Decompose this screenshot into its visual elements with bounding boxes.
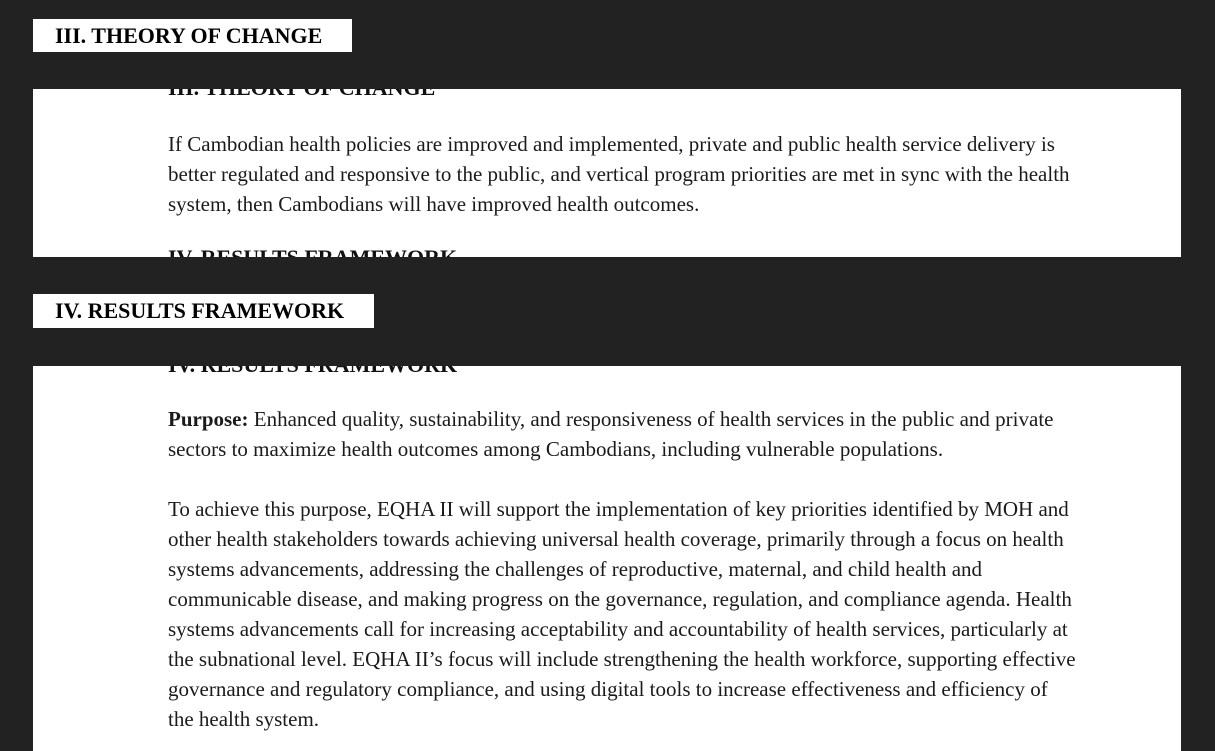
clipped-heading-top: III. THEORY OF CHANGE [168, 89, 435, 99]
results-framework-panel: IV. RESULTS FRAMEWORK Purpose: Enhanced … [33, 366, 1181, 751]
section-heading-results-framework: IV. RESULTS FRAMEWORK [33, 294, 374, 328]
results-framework-paragraph: To achieve this purpose, EQHA II will su… [168, 497, 1076, 731]
purpose-text: Enhanced quality, sustainability, and re… [168, 407, 1054, 461]
clipped-heading-bottom: IV. RESULTS FRAMEWORK [168, 247, 457, 258]
theory-of-change-paragraph: If Cambodian health policies are improve… [168, 132, 1070, 216]
purpose-paragraph: Purpose: Enhanced quality, sustainabilit… [168, 404, 1078, 464]
purpose-label: Purpose: [168, 407, 249, 431]
theory-of-change-panel: III. THEORY OF CHANGE If Cambodian healt… [33, 89, 1181, 257]
clipped-heading-top: IV. RESULTS FRAMEWORK [168, 366, 457, 376]
section-heading-label: III. THEORY OF CHANGE [55, 22, 323, 48]
section-heading-theory-of-change: III. THEORY OF CHANGE [33, 19, 352, 52]
section-heading-label: IV. RESULTS FRAMEWORK [55, 298, 345, 323]
